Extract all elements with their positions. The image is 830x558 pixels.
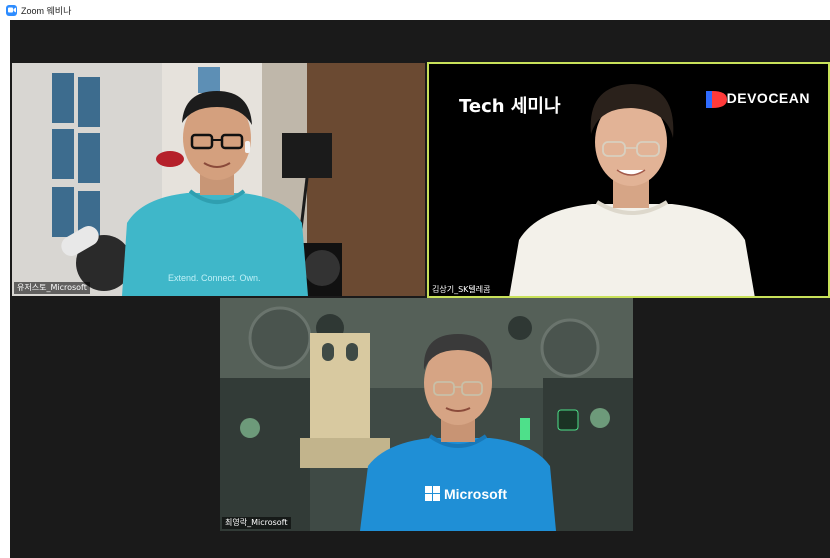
banner-brand: DEVOCEAN [727,90,810,106]
shirt-text-3: Microsoft [444,486,507,502]
window-title: Zoom 웨비나 [21,5,72,16]
participant-name-label: 유저스토_Microsoft [14,282,90,294]
devocean-brand-text: DEVOCEAN [726,90,810,106]
participant-name-label: 최영락_Microsoft [222,517,291,529]
participant-name-label: 김상기_SK텔레콤 [429,284,494,296]
video-tile-1[interactable]: Extend. Connect. Own. 유저스토_Microsoft [12,63,425,296]
zoom-webinar-window: Zoom 웨비나 Extend. Connect. Own. 유저스토_Micr… [0,0,830,558]
gallery-view: Extend. Connect. Own. 유저스토_Microsoft Tec… [10,20,830,558]
shirt-text-1: Extend. Connect. Own. [168,273,261,283]
zoom-camera-icon [6,4,17,16]
video-tile-3[interactable]: Microsoft 최영락_Microsoft [220,298,633,531]
video-feed-3 [220,298,633,531]
banner-title: Tech 세미나 [459,96,561,117]
video-feed-1 [12,63,425,296]
video-tile-2[interactable]: Tech 세미나 DEVOCEAN 김상기_SK텔레콤 [427,62,830,298]
title-bar: Zoom 웨비나 [0,0,830,20]
